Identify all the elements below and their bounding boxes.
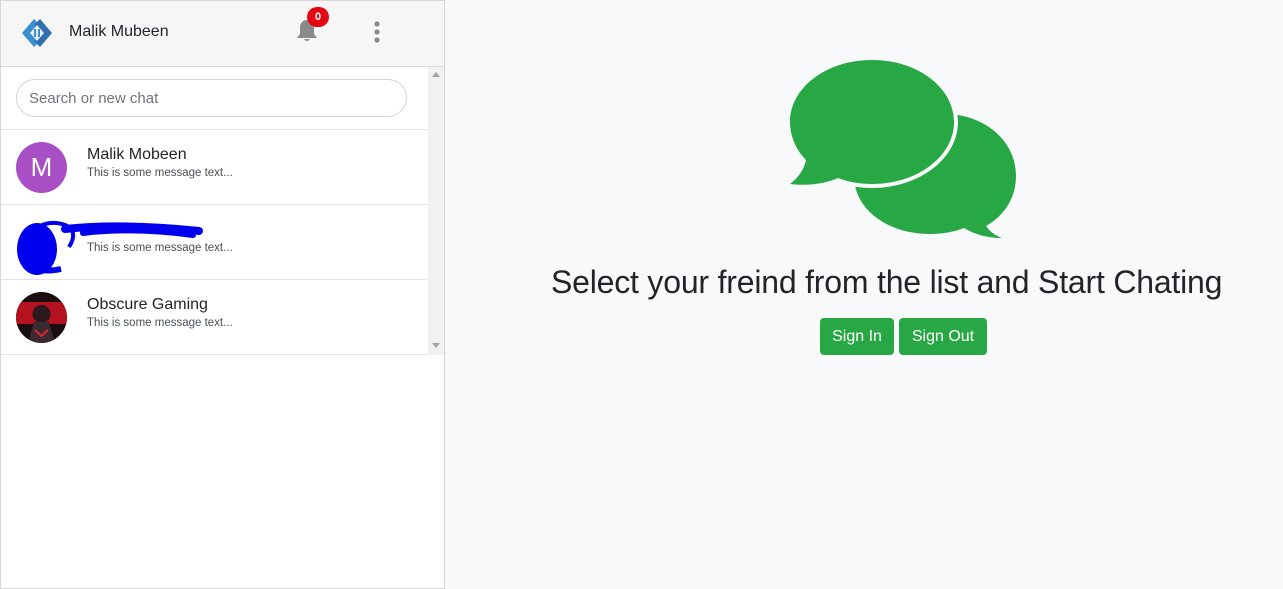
- redaction-scribble: [17, 220, 203, 275]
- search-area: [1, 67, 428, 130]
- notification-badge: 0: [307, 7, 329, 27]
- sidebar-header: Malik Mubeen 0: [1, 1, 444, 67]
- more-vertical-icon[interactable]: [369, 19, 385, 45]
- chat-list-item[interactable]: M Malik Mobeen This is some message text…: [1, 130, 428, 205]
- chat-list-item[interactable]: Obscure Gaming This is some message text…: [1, 280, 428, 355]
- main-title: Select your freind from the list and Sta…: [551, 264, 1223, 300]
- sidebar-scrollbar[interactable]: [428, 67, 444, 355]
- sign-out-button[interactable]: Sign Out: [899, 318, 987, 355]
- gaming-avatar-image: [16, 292, 67, 343]
- chat-app: Malik Mubeen 0 M Malik Mobeen Th: [0, 0, 1283, 589]
- chat-message-preview: This is some message text...: [87, 167, 233, 179]
- sidebar-body: M Malik Mobeen This is some message text…: [1, 67, 444, 355]
- search-input[interactable]: [16, 79, 407, 117]
- current-user-name: Malik Mubeen: [69, 23, 169, 40]
- main-panel: Select your freind from the list and Sta…: [445, 0, 1283, 589]
- chat-list-item[interactable]: This is some message text...: [1, 205, 428, 280]
- sign-in-button[interactable]: Sign In: [820, 318, 894, 355]
- chat-name: Malik Mobeen: [87, 146, 187, 163]
- scroll-down-arrow-icon[interactable]: [432, 343, 440, 348]
- sidebar: Malik Mubeen 0 M Malik Mobeen Th: [0, 0, 445, 589]
- chat-bubbles-icon: [790, 58, 1016, 238]
- chat-list-scroll: M Malik Mobeen This is some message text…: [1, 67, 428, 355]
- chat-name: Obscure Gaming: [87, 296, 208, 313]
- app-logo-icon: [22, 19, 52, 47]
- chat-message-preview: This is some message text...: [87, 317, 233, 329]
- scroll-up-arrow-icon[interactable]: [432, 72, 440, 77]
- avatar: M: [16, 142, 67, 193]
